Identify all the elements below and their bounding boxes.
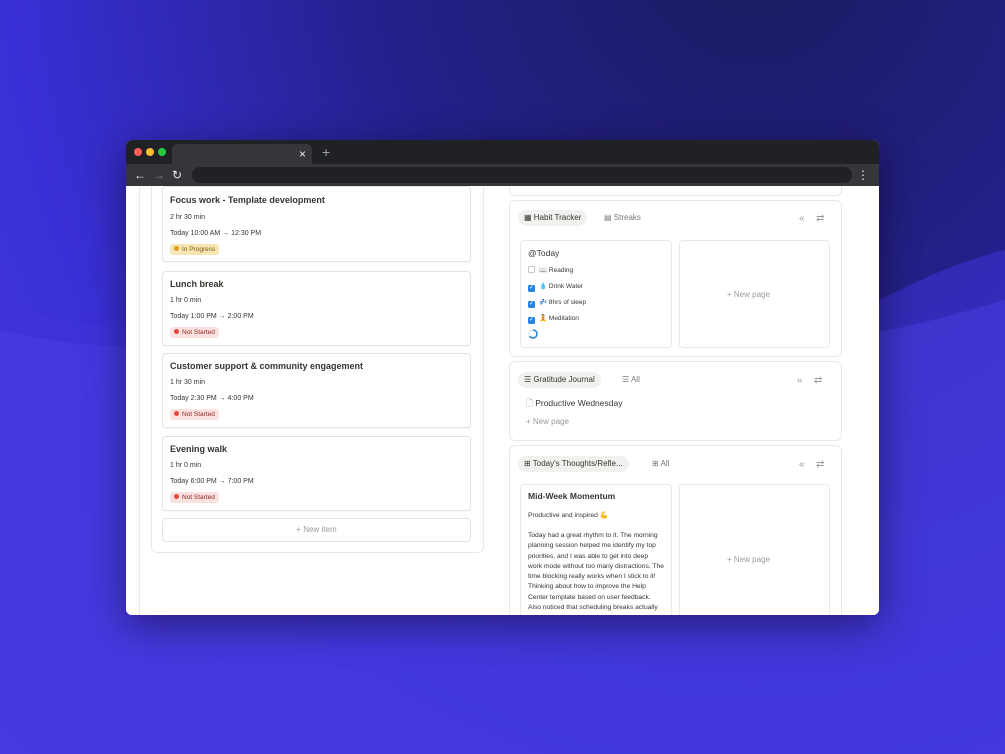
schedule-card[interactable]: Focus work - Template development 2 hr 3… bbox=[162, 186, 471, 262]
checkbox[interactable] bbox=[528, 266, 535, 273]
tab-gratitude-journal[interactable]: ☰ Gratitude Journal bbox=[518, 372, 601, 388]
habit-card[interactable]: @Today 📖 Reading ✓ 💧 Drink Water ✓ 💤 8hrs … bbox=[520, 240, 672, 348]
tab-all[interactable]: ⊞ All bbox=[646, 456, 675, 472]
status-badge: In Progress bbox=[170, 244, 220, 255]
tab-label: All bbox=[630, 375, 640, 384]
new-page-card[interactable]: + New page bbox=[679, 240, 830, 348]
list-icon: ☰ bbox=[622, 375, 631, 384]
maximize-window-button[interactable] bbox=[158, 148, 166, 156]
page-icon: 🗋 bbox=[526, 398, 536, 408]
settings-icon[interactable]: ⇄ bbox=[814, 375, 822, 386]
new-item-button[interactable]: + New item bbox=[162, 518, 471, 542]
habit-label: 💤 8hrs of sleep bbox=[539, 299, 587, 306]
status-label: In Progress bbox=[182, 246, 216, 253]
list-icon: ☰ bbox=[524, 375, 534, 384]
status-dot-icon bbox=[174, 411, 179, 416]
habit-row[interactable]: ✓ 💧 Drink Water bbox=[528, 282, 583, 292]
checkbox[interactable]: ✓ bbox=[528, 301, 535, 308]
habit-row[interactable]: 📖 Reading bbox=[528, 266, 573, 274]
schedule-card-time: Today 6:00 PM → 7:00 PM bbox=[170, 478, 254, 485]
browser-window: × + ← → ↻ ⋮ Focus work - Template develo… bbox=[126, 140, 879, 615]
collapse-icon[interactable]: « bbox=[797, 375, 803, 386]
tab-streaks[interactable]: ▤ Streaks bbox=[598, 210, 647, 226]
browser-menu-icon[interactable]: ⋮ bbox=[857, 167, 869, 183]
new-page-label: + New page bbox=[727, 555, 770, 564]
schedule-card-duration: 1 hr 0 min bbox=[170, 297, 202, 304]
gallery-icon: ⊞ bbox=[524, 459, 533, 468]
tab-bar: × + bbox=[126, 140, 879, 164]
calendar-icon: ▦ bbox=[524, 213, 534, 222]
status-badge: Not Started bbox=[170, 409, 219, 420]
tab-label: Habit Tracker bbox=[533, 213, 582, 222]
habit-card-title: @Today bbox=[528, 248, 560, 258]
page-content: Focus work - Template development 2 hr 3… bbox=[126, 186, 879, 615]
tab-label: Streaks bbox=[613, 213, 641, 222]
forward-arrow-icon[interactable]: → bbox=[153, 167, 165, 183]
collapse-icon[interactable]: « bbox=[799, 213, 805, 224]
previous-section bbox=[509, 186, 842, 196]
progress-ring-icon bbox=[528, 329, 538, 339]
thought-card-title: Mid-Week Momentum bbox=[528, 491, 616, 501]
back-arrow-icon[interactable]: ← bbox=[134, 167, 146, 183]
page-divider bbox=[139, 186, 140, 615]
browser-tab[interactable]: × bbox=[172, 144, 312, 164]
journal-entry-title: Productive Wednesday bbox=[535, 398, 623, 408]
checkbox[interactable]: ✓ bbox=[528, 285, 535, 292]
settings-icon[interactable]: ⇄ bbox=[816, 213, 824, 224]
address-bar[interactable] bbox=[192, 167, 852, 183]
gratitude-journal-section: ☰ Gratitude Journal ☰ All « ⇄ 🗋 Producti… bbox=[509, 361, 842, 441]
close-window-button[interactable] bbox=[134, 148, 142, 156]
habit-label: 💧 Drink Water bbox=[539, 283, 583, 290]
tab-label: All bbox=[660, 459, 670, 468]
schedule-card-title: Lunch break bbox=[170, 279, 224, 289]
mood-label: Productive and inspired 💪 bbox=[528, 512, 609, 519]
schedule-card[interactable]: Evening walk 1 hr 0 min Today 6:00 PM → … bbox=[162, 436, 471, 511]
schedule-card-time: Today 2:30 PM → 4:00 PM bbox=[170, 395, 254, 402]
schedule-card-time: Today 10:00 AM → 12:30 PM bbox=[170, 230, 262, 237]
habit-tracker-section: ▦ Habit Tracker ▤ Streaks « ⇄ @Today 📖 R… bbox=[509, 200, 842, 357]
tab-todays-thoughts[interactable]: ⊞ Today's Thoughts/Refle... bbox=[518, 456, 629, 472]
status-label: Not Started bbox=[182, 494, 215, 501]
status-badge: Not Started bbox=[170, 327, 219, 338]
tab-label: Today's Thoughts/Refle... bbox=[532, 459, 623, 468]
schedule-card[interactable]: Lunch break 1 hr 0 min Today 1:00 PM → 2… bbox=[162, 271, 471, 346]
tab-habit-tracker[interactable]: ▦ Habit Tracker bbox=[518, 210, 588, 226]
close-tab-icon[interactable]: × bbox=[299, 146, 306, 162]
thought-card[interactable]: Mid-Week Momentum Productive and inspire… bbox=[520, 484, 672, 615]
checkbox[interactable]: ✓ bbox=[528, 317, 535, 324]
schedule-card-duration: 2 hr 30 min bbox=[170, 214, 206, 221]
status-dot-icon bbox=[174, 246, 179, 251]
schedule-card-duration: 1 hr 30 min bbox=[170, 379, 206, 386]
status-dot-icon bbox=[174, 329, 179, 334]
browser-toolbar: ← → ↻ ⋮ bbox=[126, 164, 879, 186]
new-page-card[interactable]: + New page bbox=[679, 484, 830, 615]
habit-label: 🧘 Meditation bbox=[539, 315, 579, 322]
status-badge: Not Started bbox=[170, 492, 219, 503]
journal-entry[interactable]: 🗋 Productive Wednesday bbox=[526, 398, 622, 412]
new-page-button[interactable]: + New page bbox=[526, 417, 569, 426]
tab-label: Gratitude Journal bbox=[533, 375, 595, 384]
tab-all[interactable]: ☰ All bbox=[616, 372, 646, 388]
thoughts-section: ⊞ Today's Thoughts/Refle... ⊞ All « ⇄ Mi… bbox=[509, 445, 842, 615]
reload-icon[interactable]: ↻ bbox=[172, 167, 182, 183]
new-page-label: + New page bbox=[727, 290, 770, 299]
status-label: Not Started bbox=[182, 329, 215, 336]
schedule-card-title: Evening walk bbox=[170, 444, 228, 454]
habit-label: 📖 Reading bbox=[539, 267, 574, 274]
settings-icon[interactable]: ⇄ bbox=[816, 459, 824, 470]
collapse-icon[interactable]: « bbox=[799, 459, 805, 470]
thought-body: Today had a great rhythm to it. The morn… bbox=[528, 532, 664, 612]
schedule-card-title: Focus work - Template development bbox=[170, 195, 325, 205]
new-tab-button[interactable]: + bbox=[322, 145, 330, 159]
schedule-card-title: Customer support & community engagement bbox=[170, 361, 364, 371]
minimize-window-button[interactable] bbox=[146, 148, 154, 156]
schedule-card-time: Today 1:00 PM → 2:00 PM bbox=[170, 313, 254, 320]
habit-row[interactable]: ✓ 💤 8hrs of sleep bbox=[528, 298, 586, 308]
table-icon: ▤ bbox=[604, 213, 614, 222]
schedule-card[interactable]: Customer support & community engagement … bbox=[162, 353, 471, 428]
habit-row[interactable]: ✓ 🧘 Meditation bbox=[528, 314, 579, 324]
status-label: Not Started bbox=[182, 411, 215, 418]
schedule-card-duration: 1 hr 0 min bbox=[170, 462, 202, 469]
status-dot-icon bbox=[174, 494, 179, 499]
